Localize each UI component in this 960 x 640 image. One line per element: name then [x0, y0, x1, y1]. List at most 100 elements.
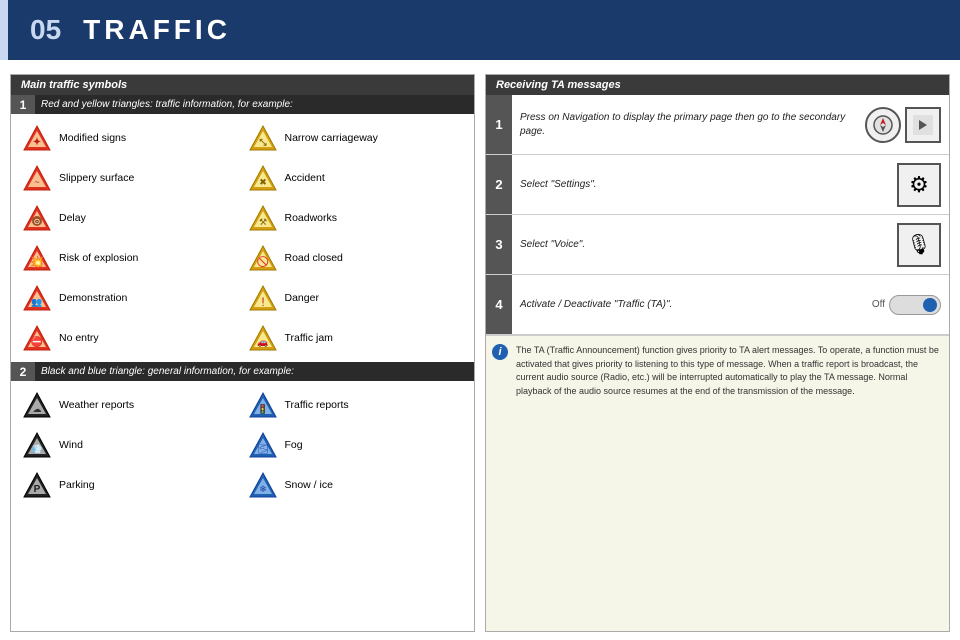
voice-btn[interactable]: 🎙 — [897, 223, 941, 267]
step1-icons — [857, 95, 949, 154]
svg-text:☁: ☁ — [33, 404, 42, 414]
triangle-icon: ✖ — [248, 163, 278, 193]
info-text: The TA (Traffic Announcement) function g… — [516, 345, 939, 396]
svg-text:⊙: ⊙ — [34, 217, 41, 226]
symbol-accident: ✖ Accident — [243, 158, 469, 198]
demonstration-icon: 👥 — [21, 282, 53, 314]
triangle-icon: ☁ — [22, 390, 52, 420]
off-label: Off — [872, 299, 885, 310]
symbol-modified-signs: ✦ Modified signs — [17, 118, 243, 158]
no-entry-label: No entry — [59, 332, 99, 344]
toggle-track[interactable]: On — [889, 295, 941, 315]
ta-toggle[interactable]: Off On — [872, 295, 941, 315]
symbol-parking: P Parking — [17, 465, 243, 505]
info-icon: i — [492, 344, 508, 360]
triangle-icon: 🚗 — [248, 323, 278, 353]
microphone-icon: 🎙 — [906, 232, 931, 257]
main-content: Main traffic symbols 1 Red and yellow tr… — [0, 60, 960, 640]
accident-icon: ✖ — [247, 162, 279, 194]
danger-label: Danger — [285, 292, 319, 304]
step3-row: 3 Select "Voice". 🎙 — [486, 215, 949, 275]
section2-header: 2 Black and blue triangle: general infor… — [11, 362, 474, 381]
wind-label: Wind — [59, 439, 83, 451]
step3-num: 3 — [486, 215, 512, 274]
modified-signs-icon: ✦ — [21, 122, 53, 154]
roadworks-icon: ⚒ — [247, 202, 279, 234]
svg-text:!: ! — [261, 295, 264, 309]
section1-num: 1 — [11, 95, 35, 114]
no-entry-icon: ⛔ — [21, 322, 53, 354]
svg-text:~: ~ — [34, 177, 39, 187]
parking-icon: P — [21, 469, 53, 501]
triangle-icon: ⊙ — [22, 203, 52, 233]
delay-icon: ⊙ — [21, 202, 53, 234]
triangle-icon: 🌫 — [248, 430, 278, 460]
symbol-danger: ! Danger — [243, 278, 469, 318]
svg-text:❄: ❄ — [259, 484, 267, 494]
traffic-jam-label: Traffic jam — [285, 332, 333, 344]
chapter-number: 05 — [30, 14, 61, 46]
traffic-reports-icon: 🚦 — [247, 389, 279, 421]
triangle-icon: ~ — [22, 163, 52, 193]
triangle-icon: P — [22, 470, 52, 500]
symbol-road-closed: 🚫 Road closed — [243, 238, 469, 278]
svg-text:🚗: 🚗 — [257, 337, 268, 347]
step4-icons: Off On — [864, 275, 949, 334]
triangle-icon: ⛔ — [22, 323, 52, 353]
step2-content: Select "Settings". — [512, 155, 889, 214]
svg-text:P: P — [34, 484, 41, 495]
svg-text:⛔: ⛔ — [31, 335, 43, 348]
svg-text:⤡: ⤡ — [259, 137, 267, 147]
symbol-narrow-carriageway: ⤡ Narrow carriageway — [243, 118, 469, 158]
weather-reports-icon: ☁ — [21, 389, 53, 421]
symbol-risk-explosion: 💥 Risk of explosion — [17, 238, 243, 278]
symbol-roadworks: ⚒ Roadworks — [243, 198, 469, 238]
step4-num: 4 — [486, 275, 512, 334]
step4-row: 4 Activate / Deactivate "Traffic (TA)". … — [486, 275, 949, 335]
chapter-title: TRAFFIC — [83, 14, 231, 46]
roadworks-label: Roadworks — [285, 212, 338, 224]
weather-reports-label: Weather reports — [59, 399, 134, 411]
modified-signs-label: Modified signs — [59, 132, 126, 144]
road-closed-icon: 🚫 — [247, 242, 279, 274]
step4-content: Activate / Deactivate "Traffic (TA)". — [512, 275, 864, 334]
compass-icon — [873, 115, 893, 135]
symbol-weather-reports: ☁ Weather reports — [17, 385, 243, 425]
section2-num: 2 — [11, 362, 35, 381]
road-closed-label: Road closed — [285, 252, 343, 264]
navigation-circle-btn[interactable] — [865, 107, 901, 143]
symbol-slippery-surface: ~ Slippery surface — [17, 158, 243, 198]
svg-text:✖: ✖ — [259, 177, 267, 187]
next-page-btn[interactable] — [905, 107, 941, 143]
triangle-icon: 🚦 — [248, 390, 278, 420]
triangle-icon: 💥 — [22, 243, 52, 273]
step1-row: 1 Press on Navigation to display the pri… — [486, 95, 949, 155]
step1-num: 1 — [486, 95, 512, 154]
triangle-icon: ! — [248, 283, 278, 313]
left-panel: Main traffic symbols 1 Red and yellow tr… — [10, 74, 475, 632]
triangle-icon: 🚫 — [248, 243, 278, 273]
slippery-surface-icon: ~ — [21, 162, 53, 194]
fog-icon: 🌫 — [247, 429, 279, 461]
parking-label: Parking — [59, 479, 95, 491]
step2-row: 2 Select "Settings". ⚙ — [486, 155, 949, 215]
risk-explosion-icon: 💥 — [21, 242, 53, 274]
settings-btn[interactable]: ⚙ — [897, 163, 941, 207]
fog-label: Fog — [285, 439, 303, 451]
svg-text:🚫: 🚫 — [256, 255, 268, 268]
traffic-jam-icon: 🚗 — [247, 322, 279, 354]
red-yellow-symbols-grid: ✦ Modified signs ⤡ Narrow carriageway — [11, 114, 474, 362]
svg-text:✦: ✦ — [33, 137, 41, 148]
symbol-demonstration: 👥 Demonstration — [17, 278, 243, 318]
symbol-no-entry: ⛔ No entry — [17, 318, 243, 358]
danger-icon: ! — [247, 282, 279, 314]
snow-ice-label: Snow / ice — [285, 479, 333, 491]
svg-text:💨: 💨 — [31, 444, 42, 454]
page-header: 05 TRAFFIC — [0, 0, 960, 60]
triangle-icon: ✦ — [22, 123, 52, 153]
narrow-carriageway-label: Narrow carriageway — [285, 132, 378, 144]
triangle-icon: ⚒ — [248, 203, 278, 233]
svg-text:🚦: 🚦 — [257, 403, 268, 414]
left-panel-header: Main traffic symbols — [11, 75, 474, 95]
wind-icon: 💨 — [21, 429, 53, 461]
